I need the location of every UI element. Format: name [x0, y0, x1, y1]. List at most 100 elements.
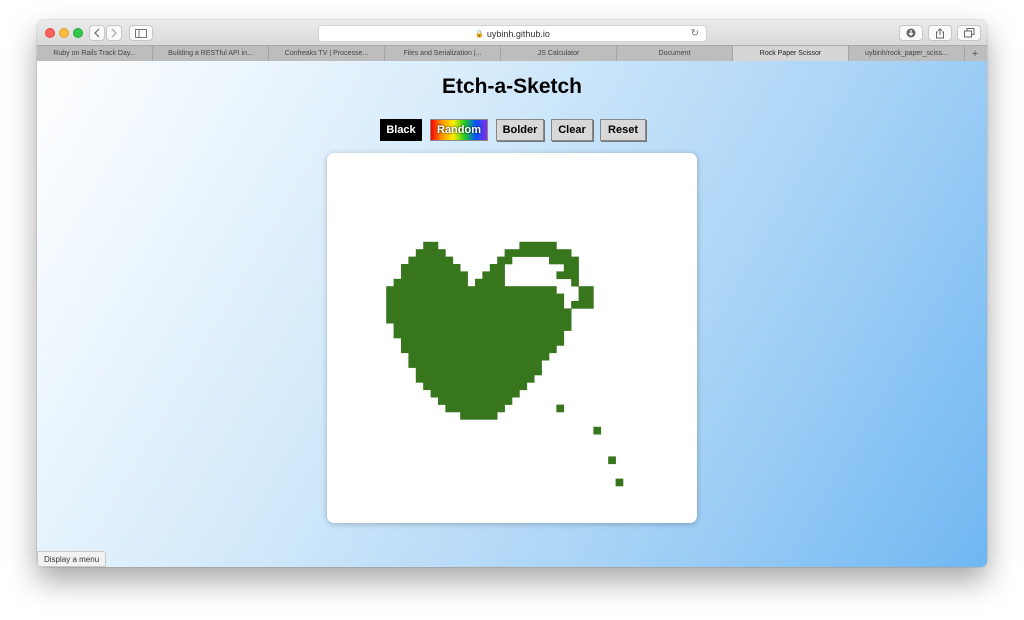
- filled-cell[interactable]: [423, 367, 431, 376]
- filled-cell[interactable]: [549, 286, 557, 294]
- filled-cell[interactable]: [549, 293, 557, 302]
- filled-cell[interactable]: [475, 382, 483, 391]
- filled-cell[interactable]: [512, 367, 520, 376]
- filled-cell[interactable]: [445, 278, 454, 287]
- filled-cell[interactable]: [482, 330, 491, 339]
- filled-cell[interactable]: [526, 345, 535, 354]
- filled-cell[interactable]: [423, 360, 431, 368]
- filled-cell[interactable]: [497, 264, 505, 272]
- filled-cell[interactable]: [489, 286, 498, 294]
- filled-cell[interactable]: [526, 367, 535, 376]
- filled-cell[interactable]: [408, 264, 417, 272]
- filled-cell[interactable]: [512, 293, 520, 302]
- filled-cell[interactable]: [430, 330, 439, 339]
- filled-cell[interactable]: [430, 375, 439, 383]
- filled-cell[interactable]: [430, 249, 439, 257]
- filled-cell[interactable]: [482, 375, 491, 383]
- filled-cell[interactable]: [489, 404, 498, 413]
- filled-cell[interactable]: [423, 352, 431, 361]
- filled-cell[interactable]: [445, 293, 454, 302]
- filled-cell[interactable]: [578, 301, 587, 309]
- filled-cell[interactable]: [519, 323, 528, 331]
- new-tab-button[interactable]: +: [965, 46, 985, 61]
- filled-cell[interactable]: [489, 293, 498, 302]
- filled-cell[interactable]: [423, 278, 431, 287]
- filled-cell[interactable]: [526, 360, 535, 368]
- filled-cell[interactable]: [386, 301, 394, 309]
- filled-cell[interactable]: [467, 338, 476, 346]
- filled-cell[interactable]: [475, 338, 483, 346]
- filled-cell[interactable]: [489, 278, 498, 287]
- filled-cell[interactable]: [534, 301, 542, 309]
- filled-cell[interactable]: [393, 301, 402, 309]
- filled-cell[interactable]: [534, 330, 542, 339]
- filled-cell[interactable]: [482, 360, 491, 368]
- filled-cell[interactable]: [452, 308, 461, 317]
- filled-cell[interactable]: [534, 360, 542, 368]
- filled-cell[interactable]: [475, 330, 483, 339]
- filled-cell[interactable]: [401, 278, 409, 287]
- filled-cell[interactable]: [497, 286, 505, 294]
- filled-cell[interactable]: [489, 301, 498, 309]
- filled-cell[interactable]: [460, 345, 468, 354]
- filled-cell[interactable]: [482, 293, 491, 302]
- filled-cell[interactable]: [445, 330, 454, 339]
- filled-cell[interactable]: [526, 375, 535, 383]
- filled-cell[interactable]: [460, 404, 468, 413]
- filled-cell[interactable]: [438, 278, 446, 287]
- filled-cell[interactable]: [526, 293, 535, 302]
- filled-cell[interactable]: [489, 360, 498, 368]
- filled-cell[interactable]: [534, 308, 542, 317]
- filled-cell[interactable]: [541, 345, 550, 354]
- filled-cell[interactable]: [534, 241, 542, 250]
- filled-cell[interactable]: [438, 397, 446, 405]
- filled-cell[interactable]: [526, 330, 535, 339]
- filled-cell[interactable]: [460, 278, 468, 287]
- filled-cell[interactable]: [460, 286, 468, 294]
- filled-cell[interactable]: [460, 330, 468, 339]
- filled-cell[interactable]: [534, 345, 542, 354]
- filled-cell[interactable]: [482, 352, 491, 361]
- filled-cell[interactable]: [519, 308, 528, 317]
- clear-button[interactable]: Clear: [551, 119, 593, 141]
- filled-cell[interactable]: [467, 301, 476, 309]
- filled-cell[interactable]: [445, 308, 454, 317]
- filled-cell[interactable]: [408, 315, 417, 324]
- filled-cell[interactable]: [512, 389, 520, 398]
- filled-cell[interactable]: [460, 338, 468, 346]
- filled-cell[interactable]: [512, 330, 520, 339]
- filled-cell[interactable]: [504, 330, 513, 339]
- reload-icon[interactable]: ↻: [691, 28, 699, 39]
- filled-cell[interactable]: [408, 286, 417, 294]
- filled-cell[interactable]: [445, 315, 454, 324]
- filled-cell[interactable]: [512, 301, 520, 309]
- filled-cell[interactable]: [445, 382, 454, 391]
- filled-cell[interactable]: [489, 338, 498, 346]
- filled-cell[interactable]: [512, 286, 520, 294]
- filled-cell[interactable]: [452, 404, 461, 413]
- filled-cell[interactable]: [556, 271, 565, 280]
- filled-cell[interactable]: [430, 352, 439, 361]
- filled-cell[interactable]: [401, 264, 409, 272]
- filled-cell[interactable]: [415, 301, 424, 309]
- filled-cell[interactable]: [408, 301, 417, 309]
- filled-cell[interactable]: [534, 338, 542, 346]
- filled-cell[interactable]: [452, 293, 461, 302]
- filled-cell[interactable]: [452, 286, 461, 294]
- filled-cell[interactable]: [475, 360, 483, 368]
- filled-cell[interactable]: [512, 382, 520, 391]
- filled-cell[interactable]: [445, 389, 454, 398]
- filled-cell[interactable]: [393, 293, 402, 302]
- filled-cell[interactable]: [526, 315, 535, 324]
- filled-cell[interactable]: [489, 412, 498, 420]
- filled-cell[interactable]: [386, 315, 394, 324]
- filled-cell[interactable]: [445, 352, 454, 361]
- filled-cell[interactable]: [504, 360, 513, 368]
- filled-cell[interactable]: [445, 397, 454, 405]
- filled-cell[interactable]: [452, 360, 461, 368]
- sidebar-button[interactable]: [129, 25, 153, 41]
- filled-cell[interactable]: [430, 278, 439, 287]
- filled-cell[interactable]: [423, 323, 431, 331]
- filled-cell[interactable]: [489, 389, 498, 398]
- filled-cell[interactable]: [504, 323, 513, 331]
